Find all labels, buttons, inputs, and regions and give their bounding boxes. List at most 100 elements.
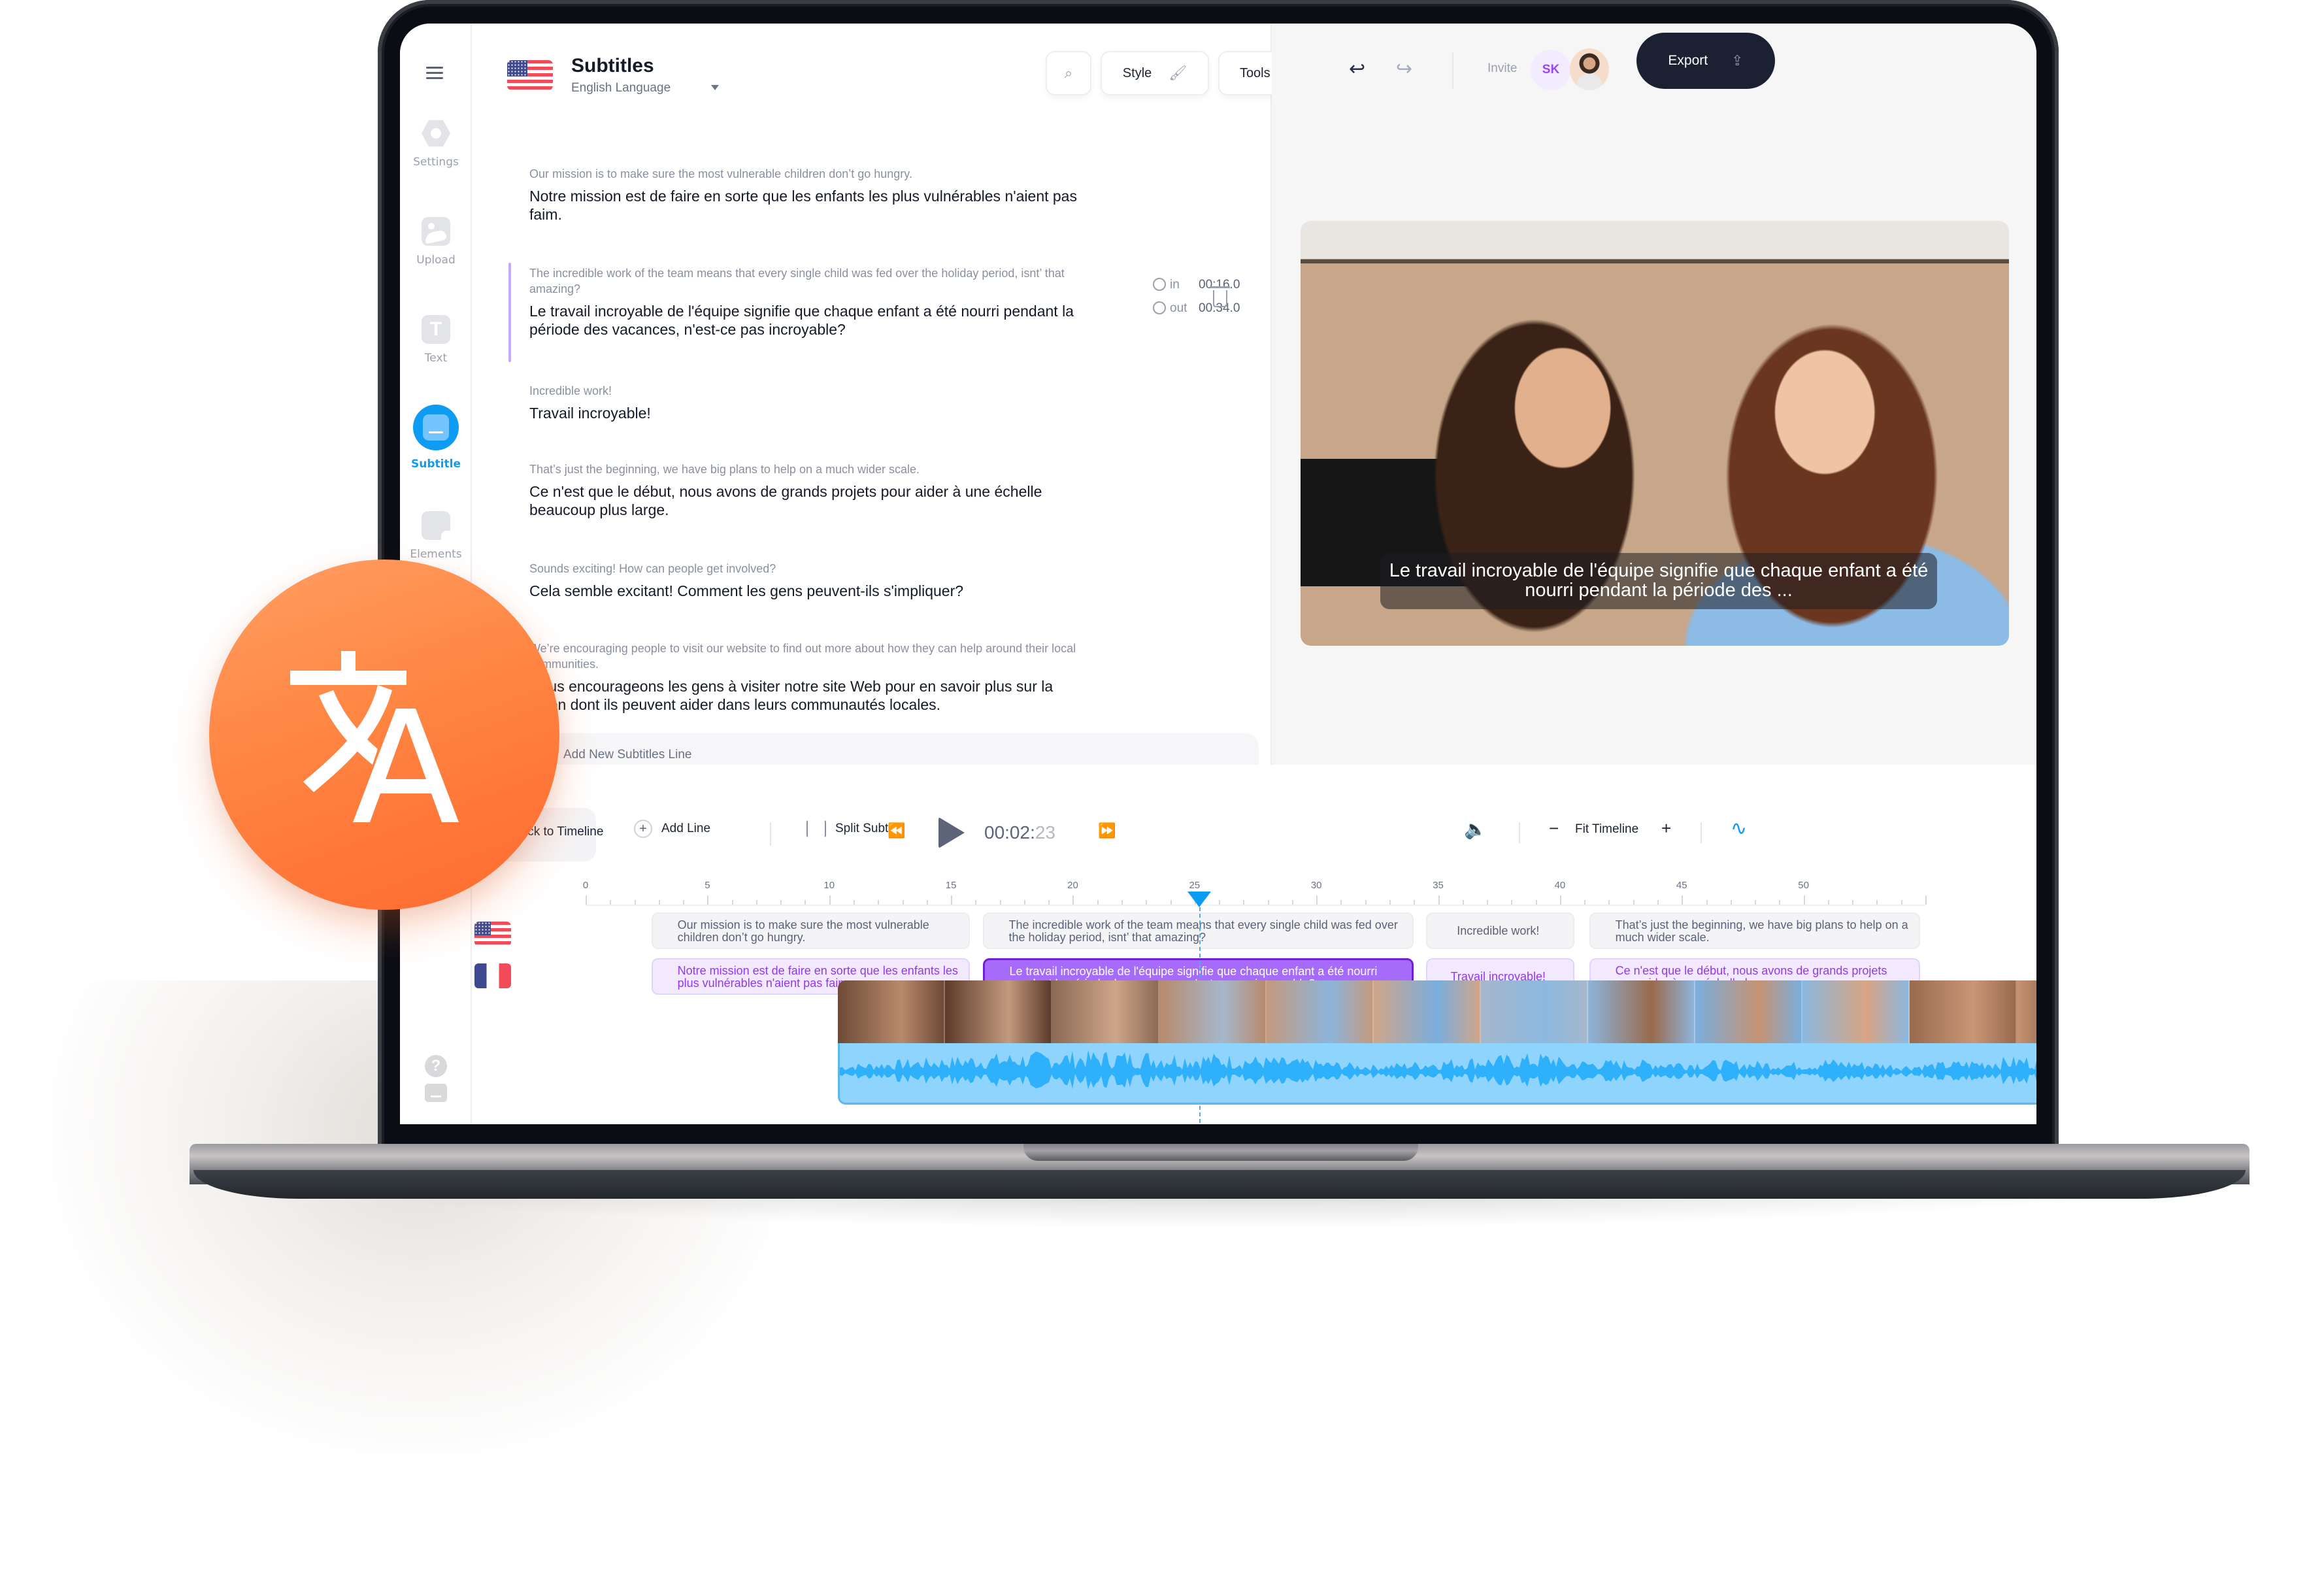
sidebar-item-subtitle[interactable]: Subtitle xyxy=(400,405,472,471)
time-ruler[interactable]: 0 5 10 15 20 25 30 35 40 45 50 xyxy=(582,880,1927,906)
video-subtitle-caption: Le travail incroyable de l'équipe signif… xyxy=(1380,553,1937,609)
zoom-out-button[interactable]: − xyxy=(1549,818,1559,839)
ruler-tick-label: 15 xyxy=(945,880,957,891)
time-readout: 00:02:23 xyxy=(984,822,1056,843)
ruler-tick xyxy=(1170,900,1172,905)
ruler-tick-label: 10 xyxy=(823,880,835,891)
rewind-icon[interactable]: ⏪ xyxy=(888,822,905,839)
invite-button[interactable]: Invite xyxy=(1487,61,1517,76)
subtitle-entry[interactable]: Incredible work! Travail incroyable! xyxy=(529,383,1091,422)
waveform-toggle-icon[interactable]: ∿ xyxy=(1731,817,1747,840)
ruler-tick xyxy=(1121,900,1123,905)
ruler-tick xyxy=(755,900,757,905)
fast-forward-icon[interactable]: ⏩ xyxy=(1098,822,1116,839)
video-thumbnail-frame xyxy=(945,980,1052,1043)
ruler-tick xyxy=(975,900,977,905)
ruler-tick xyxy=(634,900,636,905)
laptop-base-bottom xyxy=(193,1170,2246,1199)
video-thumbnail-strip[interactable] xyxy=(838,980,2036,1043)
translate-icon xyxy=(290,651,459,822)
audio-waveform[interactable] xyxy=(838,1043,2036,1105)
ruler-tick xyxy=(1097,900,1099,905)
subtitle-entry[interactable]: We’re encouraging people to visit our we… xyxy=(529,641,1091,714)
ruler-tick xyxy=(683,900,685,905)
us-flag-icon xyxy=(474,922,511,946)
video-preview[interactable]: Le travail incroyable de l'équipe signif… xyxy=(1301,221,2009,646)
video-thumbnail-frame xyxy=(1159,980,1267,1043)
ruler-tick xyxy=(1633,900,1635,905)
search-button[interactable]: ⌕ xyxy=(1046,51,1091,95)
paint-bucket-icon: 🖌 xyxy=(1169,65,1187,81)
upload-icon: ⇪ xyxy=(1731,52,1744,69)
us-flag-icon xyxy=(507,60,553,90)
chevron-down-icon[interactable] xyxy=(711,85,719,90)
fr-flag-icon xyxy=(474,963,511,988)
sidebar-item-upload[interactable]: Upload xyxy=(400,217,472,267)
ruler-tick-label: 35 xyxy=(1433,880,1444,891)
sidebar-item-settings[interactable]: Settings xyxy=(400,119,472,169)
subtitle-entry[interactable]: Our mission is to make sure the most vul… xyxy=(529,166,1091,224)
add-line-button[interactable]: + Add Line xyxy=(634,820,710,838)
redo-icon[interactable]: ↪ xyxy=(1396,58,1412,80)
ruler-tick xyxy=(1779,900,1781,905)
ruler-tick xyxy=(878,900,880,905)
ruler-tick xyxy=(1852,900,1854,905)
fit-timeline-button[interactable]: Fit Timeline xyxy=(1575,822,1638,837)
style-button[interactable]: Style 🖌 xyxy=(1101,51,1209,95)
ruler-tick xyxy=(1414,900,1416,905)
hamburger-menu-icon[interactable] xyxy=(426,67,443,80)
en-subtitle-clip[interactable]: Our mission is to make sure the most vul… xyxy=(651,912,971,949)
ruler-tick xyxy=(610,900,612,905)
ruler-tick-label: 0 xyxy=(582,880,589,891)
undo-icon[interactable]: ↩ xyxy=(1349,58,1365,80)
ruler-tick xyxy=(1706,900,1708,905)
sticker-icon xyxy=(422,511,450,540)
keyboard-icon[interactable] xyxy=(425,1084,447,1102)
en-subtitle-clip[interactable]: The incredible work of the team means th… xyxy=(982,912,1414,949)
ruler-tick xyxy=(1023,900,1025,905)
subtitle-entry[interactable]: That’s just the beginning, we have big p… xyxy=(529,461,1091,519)
ruler-tick xyxy=(1462,900,1464,905)
split-icon xyxy=(806,820,826,838)
ruler-tick-label: 30 xyxy=(1310,880,1322,891)
ruler-tick-label: 20 xyxy=(1067,880,1078,891)
en-subtitle-clip[interactable]: That’s just the beginning, we have big p… xyxy=(1589,912,1920,949)
ruler-tick xyxy=(1243,900,1245,905)
ruler-tick xyxy=(829,895,831,905)
en-subtitle-clip[interactable]: Incredible work! xyxy=(1425,912,1574,949)
language-selector[interactable]: English Language xyxy=(571,81,671,95)
help-icon[interactable]: ? xyxy=(425,1055,447,1077)
zoom-in-button[interactable]: + xyxy=(1661,818,1671,839)
video-thumbnail-frame xyxy=(1481,980,1588,1043)
subtitle-entry[interactable]: Sounds exciting! How can people get invo… xyxy=(529,561,1091,600)
video-thumbnail-frame xyxy=(1695,980,1802,1043)
settings-hex-icon xyxy=(422,120,450,147)
ruler-tick xyxy=(1682,895,1684,905)
ruler-tick xyxy=(999,900,1001,905)
preview-area: ↩ ↪ Invite SK Export ⇪ Le travail incroy… xyxy=(1272,24,2036,765)
ruler-tick xyxy=(1755,900,1757,905)
play-button[interactable] xyxy=(938,817,965,848)
plus-circle-icon: + xyxy=(634,820,652,838)
subtitle-entry-active[interactable]: The incredible work of the team means th… xyxy=(508,263,1091,362)
ruler-tick xyxy=(854,900,855,905)
playhead-handle[interactable] xyxy=(1187,892,1212,907)
ruler-tick xyxy=(1730,900,1732,905)
avatar[interactable]: SK xyxy=(1531,50,1571,90)
sidebar-item-elements[interactable]: Elements xyxy=(400,511,472,561)
avatar-photo[interactable] xyxy=(1570,48,1609,90)
waveform-path xyxy=(840,1050,2036,1090)
ruler-tick xyxy=(1438,895,1440,905)
ruler-tick xyxy=(1584,900,1586,905)
english-track: Our mission is to make sure the most vul… xyxy=(586,912,1925,952)
image-icon xyxy=(422,217,450,246)
video-thumbnail-frame xyxy=(1910,980,2017,1043)
ruler-tick xyxy=(805,900,806,905)
video-thumbnail-frame xyxy=(1588,980,1695,1043)
video-thumbnail-frame xyxy=(1802,980,1910,1043)
trash-icon[interactable] xyxy=(1210,286,1230,307)
export-button[interactable]: Export ⇪ xyxy=(1636,33,1775,89)
divider xyxy=(1452,52,1453,89)
volume-icon[interactable]: 🔈 xyxy=(1464,818,1487,840)
sidebar-item-text[interactable]: T Text xyxy=(400,315,472,365)
